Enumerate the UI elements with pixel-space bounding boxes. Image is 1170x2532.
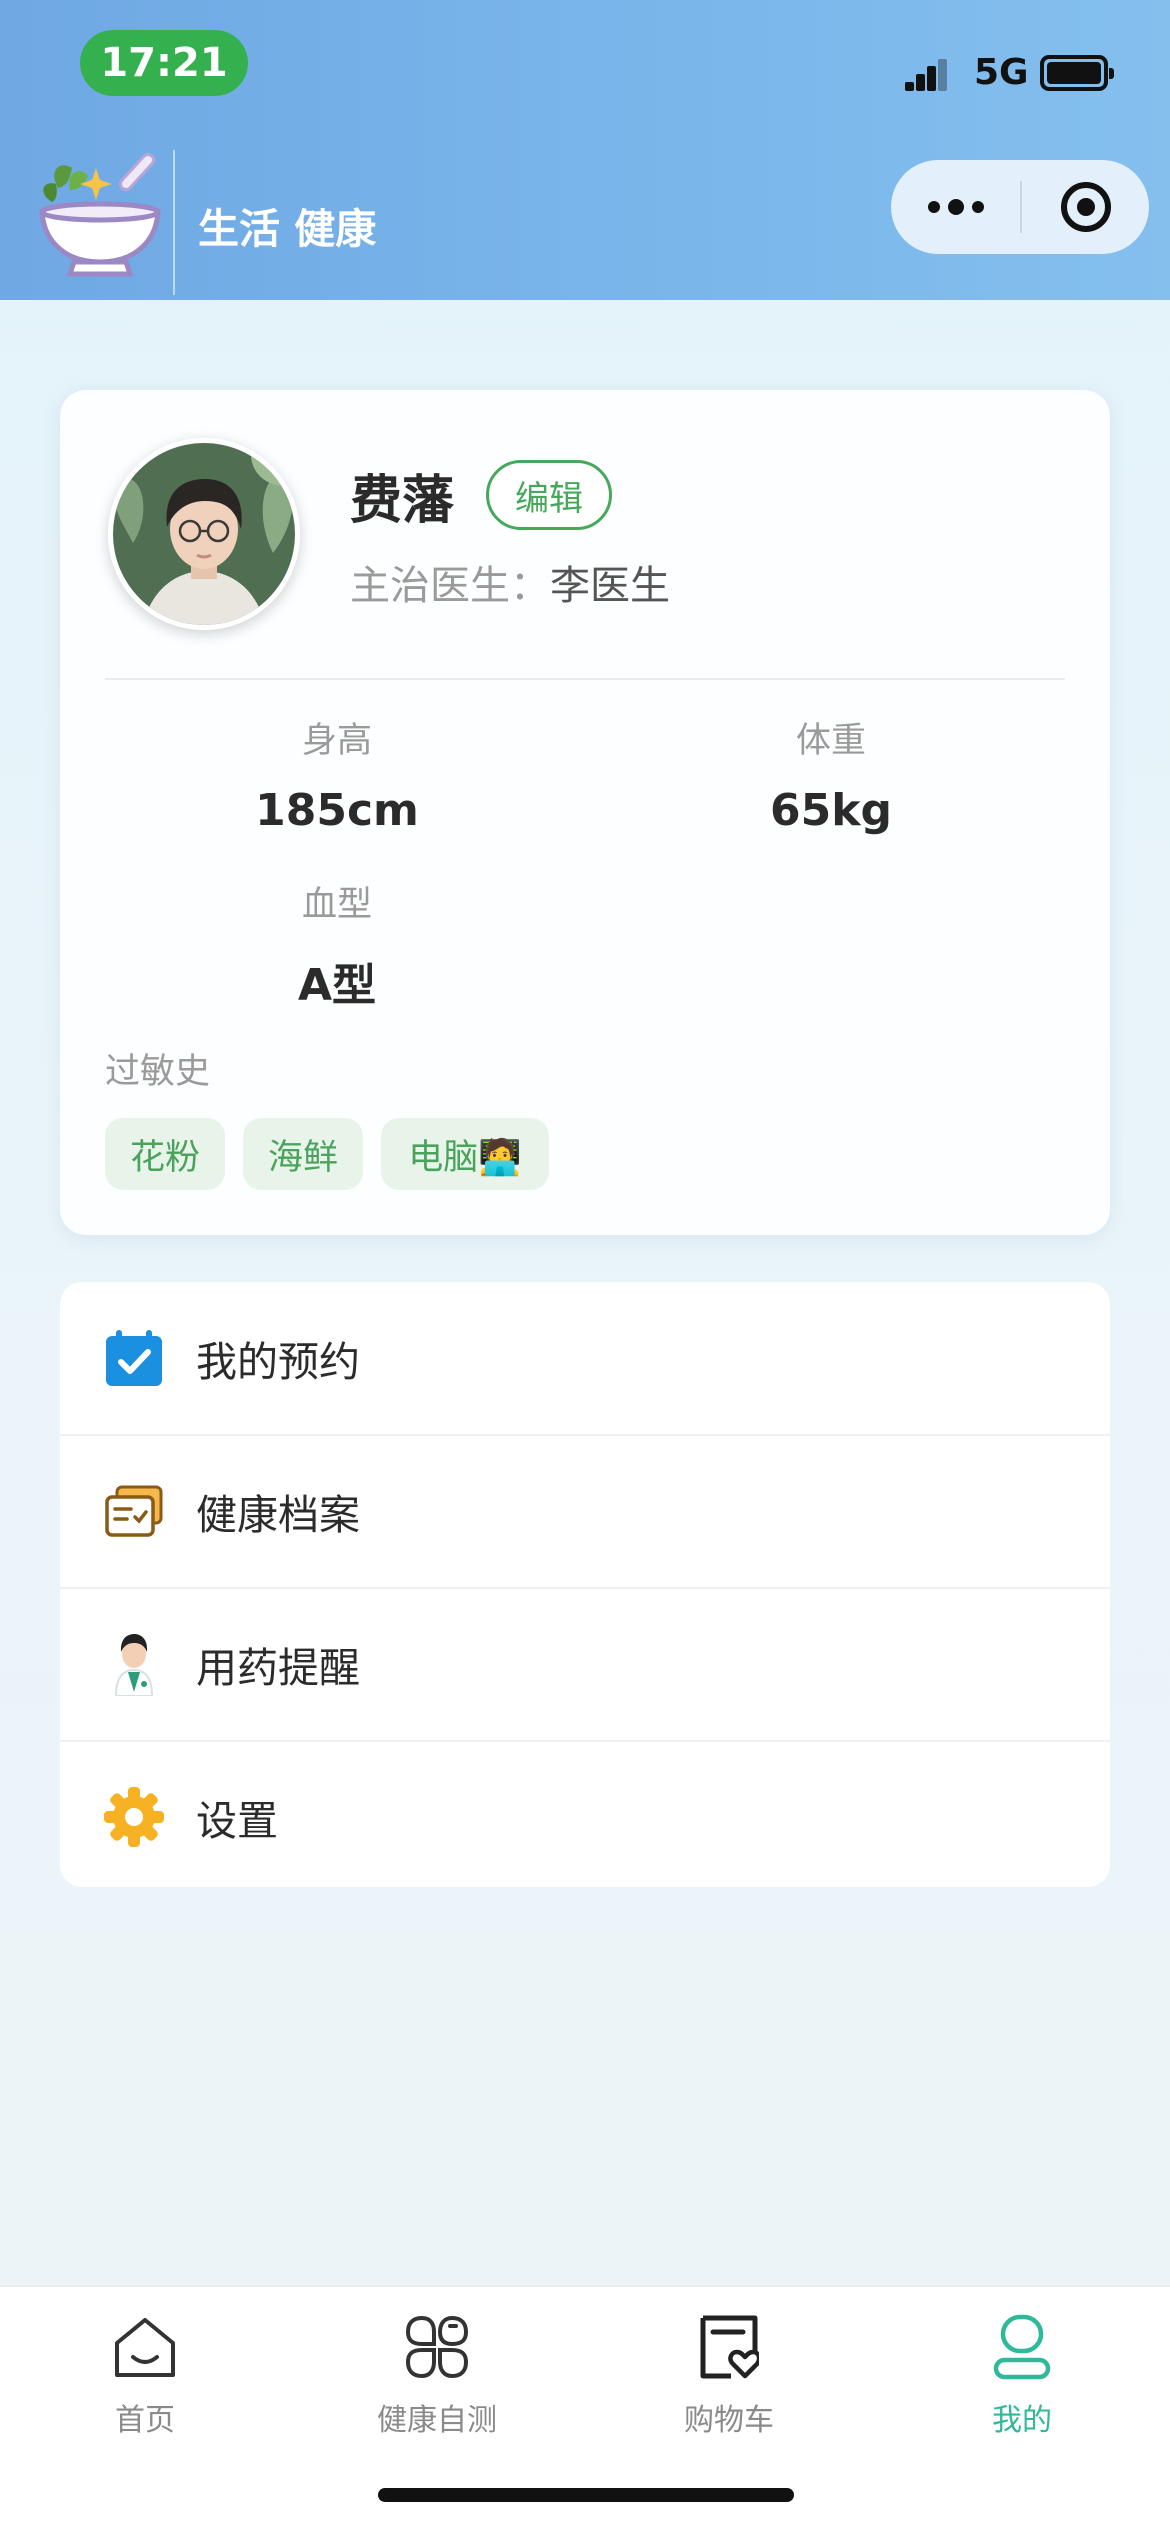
menu-item-label: 健康档案 [196,1491,360,1539]
allergy-label: 过敏史 [105,1052,211,1092]
menu-item-label: 用药提醒 [196,1644,360,1692]
home-indicator [378,2488,794,2502]
menu-item-medication-reminder[interactable]: 用药提醒 [60,1588,1110,1740]
allergy-tag: 海鲜 [243,1118,363,1190]
network-type: 5G [974,52,1029,93]
stat-value: A型 [297,960,377,1011]
menu-item-health-records[interactable]: 健康档案 [60,1435,1110,1587]
allergy-tag: 电脑🧑‍💻 [381,1118,549,1190]
menu-list: 我的预约 健康档案 用药提醒 设置 [60,1282,1110,1887]
doctor-name: 李医生 [550,563,670,609]
app-logo-mortar-icon [39,153,161,277]
tab-mine[interactable]: 我的 [907,2307,1137,2439]
stat-value: 185cm [255,785,419,836]
stat-label: 身高 [301,721,372,761]
avatar[interactable] [108,438,300,630]
header-divider [173,150,175,295]
grid-icon [322,2307,552,2387]
gear-icon [102,1785,166,1849]
tab-label: 健康自测 [377,2403,497,2438]
doctor-label: 主治医生： [350,563,550,609]
status-time: 17:21 [80,30,248,96]
tab-health-test[interactable]: 健康自测 [322,2307,552,2439]
header-bar: 17:21 5G 生活 健康 [0,0,1170,300]
attending-doctor: 主治医生：李医生 [350,553,670,611]
profile-card: 费藩 编辑 主治医生：李医生 身高 185cm 体重 65kg 血型 A型 过敏… [60,390,1110,1235]
stat-label: 体重 [795,721,866,761]
stat-value: 65kg [770,785,892,836]
signal-icon [905,59,947,91]
target-close-icon[interactable] [1022,160,1149,254]
health-record-icon [102,1479,166,1543]
stat-height: 身高 185cm [187,712,487,836]
user-name: 费藩 [350,471,455,531]
menu-item-label: 设置 [196,1797,278,1845]
miniapp-capsule [891,160,1149,254]
cart-heart-icon [614,2307,844,2387]
stat-weight: 体重 65kg [681,712,981,836]
edit-profile-button[interactable]: 编辑 [486,460,612,530]
menu-item-label: 我的预约 [196,1338,360,1386]
tab-cart[interactable]: 购物车 [614,2307,844,2439]
allergy-tag: 花粉 [105,1118,225,1190]
battery-icon [1040,55,1114,91]
user-icon [907,2307,1137,2387]
home-icon [30,2307,260,2387]
stat-blood-type: 血型 A型 [187,876,487,1013]
ellipsis-icon[interactable] [891,160,1020,254]
app-title: 生活 健康 [198,205,377,253]
tab-label: 我的 [992,2403,1052,2438]
tab-home[interactable]: 首页 [30,2307,260,2439]
doctor-icon [102,1632,166,1696]
menu-item-settings[interactable]: 设置 [60,1741,1110,1893]
calendar-check-icon [102,1326,166,1390]
tab-label: 首页 [115,2403,175,2438]
menu-item-appointments[interactable]: 我的预约 [60,1282,1110,1434]
card-divider [105,678,1065,680]
stat-label: 血型 [301,885,372,925]
tab-label: 购物车 [684,2403,774,2438]
